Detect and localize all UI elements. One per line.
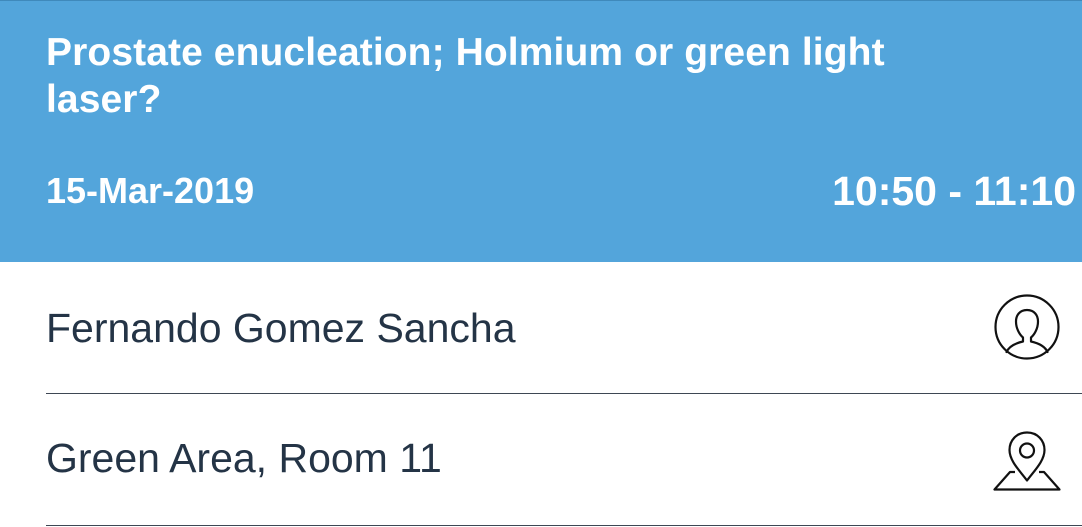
session-time: 10:50 - 11:10 — [832, 168, 1076, 214]
session-detail-page: Prostate enucleation; Holmium or green l… — [0, 0, 1082, 527]
speaker-name[interactable]: Fernando Gomez Sancha — [46, 304, 516, 352]
person-circle-icon[interactable] — [992, 292, 1062, 362]
session-title: Prostate enucleation; Holmium or green l… — [46, 31, 885, 121]
speaker-row[interactable]: Fernando Gomez Sancha — [0, 262, 1082, 394]
location-row[interactable]: Green Area, Room 11 — [0, 394, 1082, 526]
session-date: 15-Mar-2019 — [46, 170, 255, 211]
map-pin-icon[interactable] — [992, 430, 1062, 492]
location-divider — [46, 525, 1082, 526]
session-header: Prostate enucleation; Holmium or green l… — [0, 0, 1082, 262]
location-name[interactable]: Green Area, Room 11 — [46, 434, 442, 482]
